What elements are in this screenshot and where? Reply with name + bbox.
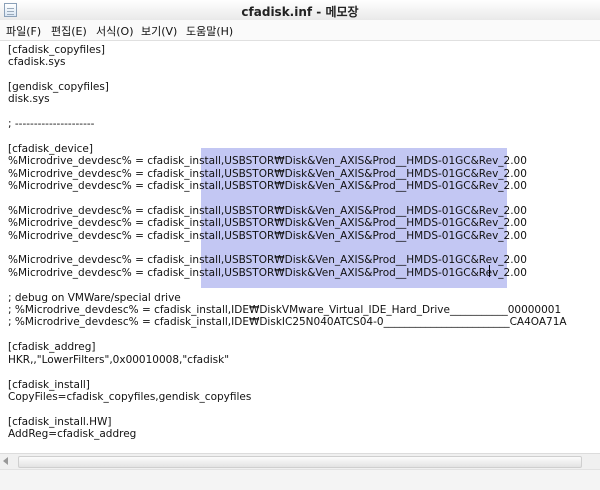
text-line: %Microdrive_devdesc% = cfadisk_install,U…	[8, 180, 527, 192]
scroll-left-arrow-icon[interactable]	[3, 457, 8, 465]
text-line: %Microdrive_devdesc% = cfadisk_install,U…	[8, 217, 527, 229]
notepad-window: cfadisk.inf - 메모장 파일(F) 편집(E) 서식(O) 보기(V…	[0, 0, 600, 490]
text-editor[interactable]: [cfadisk_copyfiles] cfadisk.sys [gendisk…	[2, 41, 598, 453]
text-line: %Microdrive_devdesc% = cfadisk_install,U…	[8, 267, 527, 279]
text-line: ; debug on VMWare/special drive	[8, 292, 181, 304]
text-line: %Microdrive_devdesc% = cfadisk_install,U…	[8, 155, 527, 167]
text-line: [cfadisk_install.HW]	[8, 416, 112, 428]
text-line: cfadisk.sys	[8, 56, 66, 68]
text-line: %Microdrive_devdesc% = cfadisk_install,U…	[8, 230, 527, 242]
text-line: [cfadisk_addreg]	[8, 341, 96, 353]
text-line: CopyFiles=cfadisk_copyfiles,gendisk_copy…	[8, 391, 252, 403]
text-line: [cfadisk_device]	[8, 143, 93, 155]
text-caret	[489, 265, 490, 277]
text-line: %Microdrive_devdesc% = cfadisk_install,U…	[8, 205, 527, 217]
menu-view[interactable]: 보기(V)	[141, 23, 177, 39]
horizontal-scrollbar[interactable]	[0, 453, 600, 469]
text-line: ; ---------------------	[8, 118, 95, 130]
text-line: HKR,,"LowerFilters",0x00010008,"cfadisk"	[8, 354, 230, 366]
menu-help[interactable]: 도움말(H)	[186, 23, 233, 39]
text-line: %Microdrive_devdesc% = cfadisk_install,U…	[8, 168, 527, 180]
text-line: ; %Microdrive_devdesc% = cfadisk_install…	[8, 304, 562, 316]
menu-bar: 파일(F) 편집(E) 서식(O) 보기(V) 도움말(H)	[0, 20, 600, 41]
status-bar	[0, 469, 600, 490]
menu-edit[interactable]: 편집(E)	[51, 23, 87, 39]
text-line: [cfadisk_install]	[8, 379, 90, 391]
text-line: [cfadisk_copyfiles]	[8, 44, 106, 56]
menu-file[interactable]: 파일(F)	[6, 23, 41, 39]
text-line: AddReg=cfadisk_addreg	[8, 428, 137, 440]
text-line: disk.sys	[8, 93, 50, 105]
title-bar[interactable]: cfadisk.inf - 메모장	[0, 0, 600, 21]
menu-format[interactable]: 서식(O)	[96, 23, 133, 39]
text-line: %Microdrive_devdesc% = cfadisk_install,U…	[8, 254, 527, 266]
window-title: cfadisk.inf - 메모장	[241, 5, 359, 19]
text-line: [gendisk_copyfiles]	[8, 81, 109, 93]
text-line: ; %Microdrive_devdesc% = cfadisk_install…	[8, 316, 567, 328]
scrollbar-thumb[interactable]	[18, 456, 582, 468]
